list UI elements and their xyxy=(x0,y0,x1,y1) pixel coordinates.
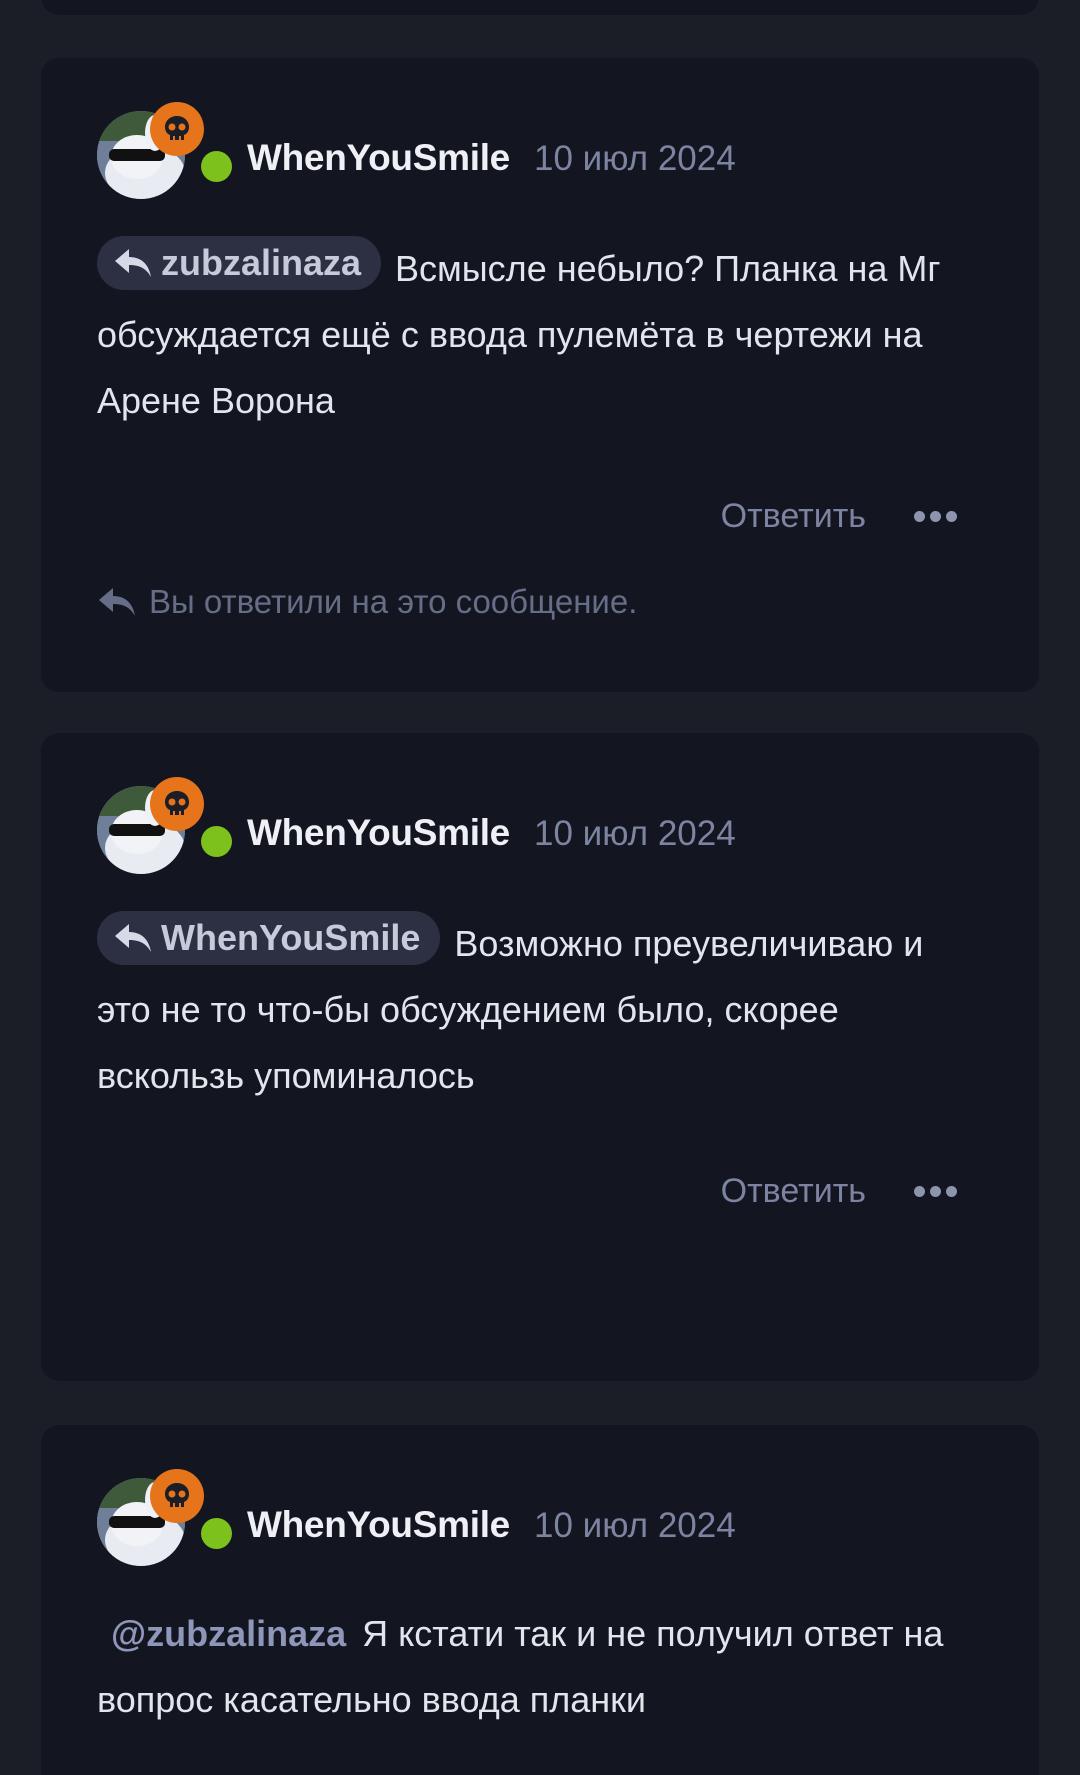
more-dots-icon[interactable] xyxy=(914,1185,957,1197)
comment-actions: Ответить xyxy=(721,1169,957,1213)
comments-feed: WhenYouSmile 10 июл 2024 zubzalinaza Всм… xyxy=(0,0,1080,1775)
online-status-indicator xyxy=(201,1518,232,1549)
user-mention[interactable]: @zubzalinaza xyxy=(111,1613,346,1654)
comment-card: WhenYouSmile 10 июл 2024 WhenYouSmile Во… xyxy=(41,733,1039,1381)
replied-notice: Вы ответили на это сообщение. xyxy=(97,583,637,621)
skull-icon xyxy=(150,102,204,156)
reply-arrow-icon xyxy=(115,924,151,952)
comment-body: WhenYouSmile Возможно преувеличиваю и эт… xyxy=(97,911,977,1109)
author-name[interactable]: WhenYouSmile xyxy=(247,137,510,179)
replied-notice-text: Вы ответили на это сообщение. xyxy=(149,583,638,620)
comment-actions: Ответить xyxy=(721,494,957,538)
comment-card: WhenYouSmile 10 июл 2024 @zubzalinaza Я к… xyxy=(41,1425,1039,1775)
reply-button[interactable]: Ответить xyxy=(721,497,866,536)
comment-body: zubzalinaza Всмысле небыло? Планка на Мг… xyxy=(97,236,977,434)
skull-icon xyxy=(150,1469,204,1523)
comment-body: @zubzalinaza Я кстати так и не получил от… xyxy=(97,1601,977,1733)
author-name[interactable]: WhenYouSmile xyxy=(247,1504,510,1546)
comment-header: WhenYouSmile 10 июл 2024 xyxy=(97,777,997,876)
author-name[interactable]: WhenYouSmile xyxy=(247,812,510,854)
quote-reference[interactable]: WhenYouSmile xyxy=(97,911,441,965)
previous-comment-card xyxy=(41,0,1039,15)
reply-arrow-icon xyxy=(115,249,151,277)
online-status-indicator xyxy=(201,151,232,182)
post-date[interactable]: 10 июл 2024 xyxy=(534,1506,736,1546)
reply-button[interactable]: Ответить xyxy=(721,1172,866,1211)
quote-username: WhenYouSmile xyxy=(161,917,421,958)
quote-reference[interactable]: zubzalinaza xyxy=(97,236,382,290)
comment-card: WhenYouSmile 10 июл 2024 zubzalinaza Всм… xyxy=(41,58,1039,692)
comment-header: WhenYouSmile 10 июл 2024 xyxy=(97,1469,997,1568)
skull-icon xyxy=(150,777,204,831)
online-status-indicator xyxy=(201,826,232,857)
reply-arrow-icon xyxy=(99,588,135,616)
comment-header: WhenYouSmile 10 июл 2024 xyxy=(97,102,997,201)
post-date[interactable]: 10 июл 2024 xyxy=(534,139,736,179)
post-date[interactable]: 10 июл 2024 xyxy=(534,814,736,854)
more-dots-icon[interactable] xyxy=(914,510,957,522)
quote-username: zubzalinaza xyxy=(161,242,362,283)
